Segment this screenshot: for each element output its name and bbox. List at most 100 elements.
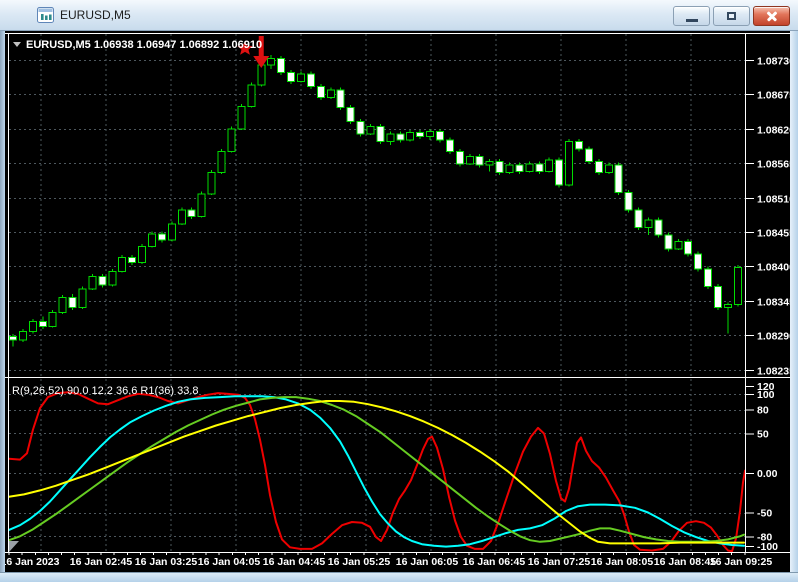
candle <box>455 150 464 165</box>
restore-icon <box>727 12 736 20</box>
candle <box>584 148 593 162</box>
candle <box>435 130 444 141</box>
candle <box>277 58 286 74</box>
candle <box>177 209 186 225</box>
candle <box>38 320 47 327</box>
candle <box>714 285 723 309</box>
indicator-tick-label: 50 <box>757 428 769 440</box>
candle <box>267 58 276 66</box>
time-label: 16 Jan 06:05 <box>396 556 459 568</box>
candle <box>257 64 266 86</box>
window-controls <box>673 6 790 26</box>
candle <box>396 133 405 141</box>
chart-window: 1.08730 1.08675 1.08620 1.08565 1.08510 1.084… <box>0 0 798 582</box>
candle <box>654 219 663 236</box>
candle <box>555 159 564 186</box>
candle <box>48 312 57 327</box>
indicator-tick-label: 0.00 <box>757 468 778 480</box>
time-label: 16 Jan 07:25 <box>528 556 591 568</box>
candle <box>684 240 693 255</box>
candle <box>664 234 673 250</box>
candle <box>247 84 256 107</box>
window-border-right <box>790 31 798 572</box>
candle <box>465 155 474 165</box>
time-label: 16 Jan 05:25 <box>328 556 391 568</box>
chart-background[interactable] <box>5 31 790 572</box>
indicator-header: R(9,26,52) 90.0 12.2 36.6 R1(36) 33.8 <box>12 385 199 397</box>
candle <box>535 163 544 172</box>
candle <box>346 107 355 122</box>
time-label: 16 Jan 04:05 <box>198 556 261 568</box>
candle <box>98 275 107 286</box>
candle <box>604 164 613 174</box>
candle <box>406 132 415 141</box>
candle <box>694 253 703 270</box>
candle <box>306 73 315 87</box>
title-bar[interactable]: EURUSD,M5 <box>0 0 798 31</box>
chart-icon <box>37 7 54 23</box>
candle <box>167 223 176 241</box>
indicator-tick-label: -100 <box>757 541 778 553</box>
candle <box>148 233 157 247</box>
chart-canvas[interactable]: 1.087301.086751.086201.085651.085101.084… <box>0 0 798 582</box>
restore-button[interactable] <box>713 6 750 26</box>
candle <box>624 192 633 211</box>
candle <box>575 140 584 150</box>
candle <box>197 193 206 217</box>
candle <box>9 335 17 341</box>
candle <box>237 105 246 130</box>
candle <box>316 85 325 99</box>
candle <box>356 120 365 135</box>
candle <box>118 257 127 272</box>
candle <box>187 209 196 217</box>
candle <box>376 125 385 142</box>
time-label: 16 Jan 08:05 <box>591 556 654 568</box>
candle <box>78 288 87 309</box>
time-label: 16 Jan 09:25 <box>710 556 773 568</box>
indicator-tick-label: 80 <box>757 405 769 417</box>
indicator-tick-label: 100 <box>757 389 775 401</box>
candle <box>545 159 554 172</box>
candle <box>416 132 425 137</box>
candle <box>594 160 603 174</box>
candle <box>426 130 435 137</box>
candle <box>207 172 216 195</box>
candle <box>485 160 494 166</box>
candle <box>704 268 713 287</box>
candle <box>227 128 236 152</box>
window-title: EURUSD,M5 <box>60 8 131 22</box>
minimize-icon <box>686 19 698 22</box>
candle <box>28 320 37 332</box>
candle <box>475 155 484 166</box>
candle <box>386 133 395 142</box>
time-label: 16 Jan 04:45 <box>263 556 326 568</box>
candle <box>336 89 345 109</box>
candle <box>515 164 524 172</box>
time-label: 16 Jan 2023 <box>1 556 60 568</box>
time-label: 16 Jan 08:45 <box>654 556 717 568</box>
indicator-tick-label: -50 <box>757 508 772 520</box>
time-label: 16 Jan 06:45 <box>463 556 526 568</box>
window-border-bottom <box>0 572 798 582</box>
candle <box>296 73 305 82</box>
candle <box>723 304 732 309</box>
candle <box>445 139 454 152</box>
window-border-left <box>0 31 5 572</box>
minimize-button[interactable] <box>673 6 710 26</box>
candle <box>674 240 683 250</box>
candle <box>644 219 653 229</box>
time-label: 16 Jan 02:45 <box>70 556 133 568</box>
candle <box>68 297 77 309</box>
candle <box>495 160 504 174</box>
candle <box>58 297 67 314</box>
time-label: 16 Jan 03:25 <box>135 556 198 568</box>
candle <box>108 270 117 286</box>
candle <box>18 330 27 341</box>
candle <box>128 257 137 264</box>
close-button[interactable] <box>753 6 790 26</box>
candle <box>614 164 623 194</box>
candle <box>366 125 375 135</box>
candle <box>505 164 514 174</box>
candle <box>733 267 742 306</box>
candle <box>525 163 534 172</box>
